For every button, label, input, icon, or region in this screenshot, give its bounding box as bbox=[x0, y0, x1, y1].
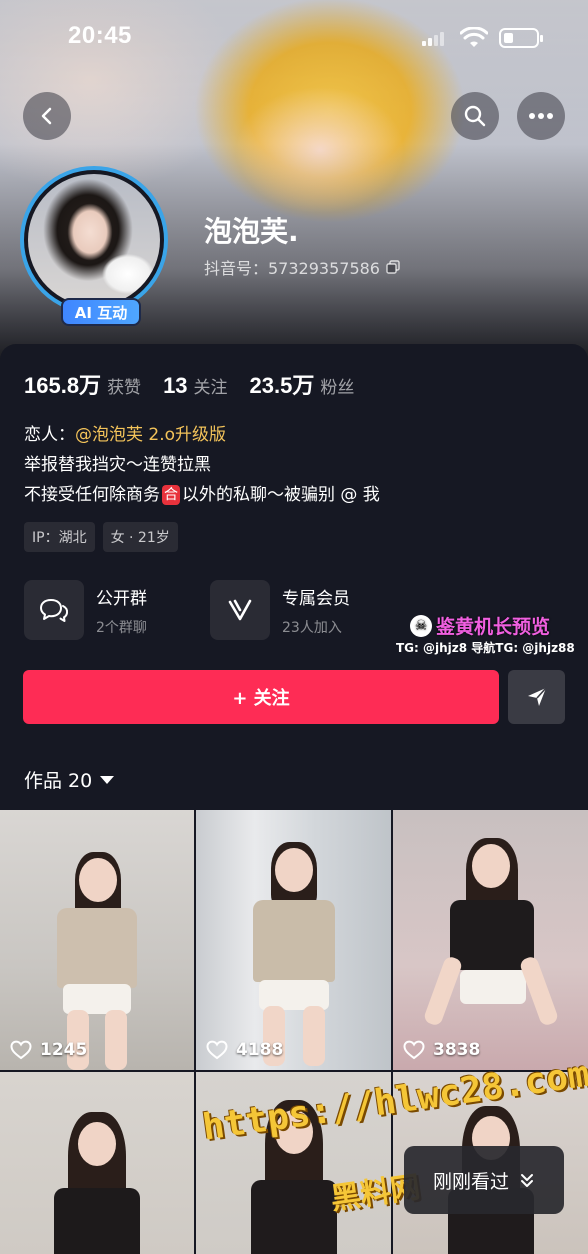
profile-bio: 恋人：@泡泡芙 2.o升级版 举报替我挡灾～连赞拉黑 不接受任何除商务合以外的私… bbox=[24, 420, 380, 510]
heart-icon bbox=[403, 1040, 425, 1060]
caret-down-icon bbox=[100, 775, 115, 784]
profile-info-card: 165.8万 获赞 13 关注 23.5万 粉丝 恋人：@泡泡芙 2.o升级版 … bbox=[0, 344, 588, 810]
like-count: 1245 bbox=[10, 1040, 87, 1060]
works-tab[interactable]: 作品 20 bbox=[24, 766, 115, 793]
status-bar: 20:45 bbox=[0, 0, 588, 70]
works-tab-label: 作品 20 bbox=[24, 770, 93, 792]
cellular-signal-icon bbox=[422, 30, 444, 46]
status-time: 20:45 bbox=[68, 22, 132, 49]
video-thumbnail[interactable] bbox=[0, 1072, 194, 1254]
stat-value: 165.8万 bbox=[24, 373, 102, 398]
thumbnail-figure bbox=[32, 1112, 162, 1254]
double-chevron-down-icon bbox=[521, 1174, 533, 1187]
video-thumbnail[interactable]: 1245 bbox=[0, 810, 194, 1070]
bio-lover-label: 恋人： bbox=[24, 425, 75, 445]
video-thumbnail[interactable]: 3838 bbox=[393, 810, 588, 1070]
heart-icon bbox=[206, 1040, 228, 1060]
stat-followers[interactable]: 23.5万 粉丝 bbox=[250, 368, 355, 400]
recently-viewed-button[interactable]: 刚刚看过 bbox=[404, 1146, 564, 1214]
like-count-text: 3838 bbox=[433, 1040, 481, 1060]
watermark-telegram: TG: @jhjz8 导航TG: @jhjz88 bbox=[396, 641, 575, 655]
entry-subtitle: 2个群聊 bbox=[96, 619, 147, 636]
douyin-id[interactable]: 抖音号：57329357586 bbox=[204, 255, 400, 279]
chat-bubbles-icon bbox=[24, 580, 84, 640]
bio-line-1: 恋人：@泡泡芙 2.o升级版 bbox=[24, 420, 380, 450]
like-count: 4188 bbox=[206, 1040, 283, 1060]
more-dots-icon bbox=[529, 113, 553, 119]
bio-line-3: 不接受任何除商务合以外的私聊～被骗别 @ 我 bbox=[24, 480, 380, 510]
back-button[interactable] bbox=[23, 92, 71, 140]
wifi-icon bbox=[460, 27, 488, 47]
stat-following[interactable]: 13 关注 bbox=[163, 373, 227, 399]
share-button[interactable] bbox=[508, 670, 565, 724]
stat-label: 粉丝 bbox=[320, 378, 355, 398]
bio-line-3-a: 不接受任何除商务 bbox=[24, 485, 160, 505]
video-thumbnail[interactable]: 4188 bbox=[196, 810, 391, 1070]
send-icon bbox=[527, 687, 547, 706]
watermark-brand: ☠ 鉴黄机长预览 bbox=[410, 612, 550, 639]
chevron-left-icon bbox=[41, 107, 52, 125]
more-options-button[interactable] bbox=[517, 92, 565, 140]
profile-stats: 165.8万 获赞 13 关注 23.5万 粉丝 bbox=[24, 368, 376, 400]
douyin-id-text: 抖音号：57329357586 bbox=[204, 259, 380, 278]
entry-subtitle: 23人加入 bbox=[282, 619, 342, 636]
search-button[interactable] bbox=[451, 92, 499, 140]
like-count-text: 4188 bbox=[236, 1040, 284, 1060]
stat-value: 23.5万 bbox=[249, 373, 315, 398]
profile-nickname: 泡泡芙. bbox=[204, 215, 299, 248]
stat-likes[interactable]: 165.8万 获赞 bbox=[24, 368, 141, 400]
avatar-ring[interactable] bbox=[20, 166, 168, 314]
follow-button[interactable]: + 关注 bbox=[23, 670, 499, 724]
thumbnail-figure bbox=[37, 850, 157, 1070]
thumbnail-figure bbox=[229, 840, 359, 1066]
bio-mention-link[interactable]: @泡泡芙 2.o升级版 bbox=[75, 425, 226, 445]
vip-v-icon bbox=[210, 580, 270, 640]
he-emoji-badge: 合 bbox=[162, 485, 180, 505]
entry-title: 专属会员 bbox=[282, 588, 350, 609]
thumbnail-figure bbox=[422, 836, 559, 1046]
heart-icon bbox=[10, 1040, 32, 1060]
copy-icon[interactable] bbox=[386, 260, 400, 274]
battery-icon bbox=[499, 28, 543, 48]
exclusive-member-entry[interactable]: 专属会员 23人加入 bbox=[210, 580, 396, 640]
skull-icon: ☠ bbox=[410, 614, 432, 637]
bio-line-3-b: 以外的私聊～被骗别 @ 我 bbox=[182, 485, 380, 505]
avatar bbox=[28, 174, 160, 306]
profile-tags: IP：湖北 女 · 21岁 bbox=[24, 522, 178, 552]
search-icon bbox=[464, 105, 486, 127]
watermark-brand-text: 鉴黄机长预览 bbox=[436, 616, 551, 638]
public-group-entry[interactable]: 公开群 2个群聊 bbox=[24, 580, 210, 640]
stat-label: 关注 bbox=[193, 378, 228, 398]
recently-viewed-label: 刚刚看过 bbox=[432, 1170, 509, 1193]
stat-value: 13 bbox=[163, 373, 188, 398]
stat-label: 获赞 bbox=[107, 378, 142, 398]
gender-age-tag: 女 · 21岁 bbox=[102, 522, 178, 552]
like-count-text: 1245 bbox=[40, 1040, 88, 1060]
ip-location-tag: IP：湖北 bbox=[24, 522, 95, 552]
bio-line-2: 举报替我挡灾～连赞拉黑 bbox=[24, 455, 211, 475]
entry-title: 公开群 bbox=[96, 588, 147, 609]
like-count: 3838 bbox=[403, 1040, 480, 1060]
ai-interact-badge[interactable]: AI 互动 bbox=[61, 298, 141, 326]
profile-entries: 公开群 2个群聊 专属会员 23人加入 bbox=[24, 580, 396, 640]
